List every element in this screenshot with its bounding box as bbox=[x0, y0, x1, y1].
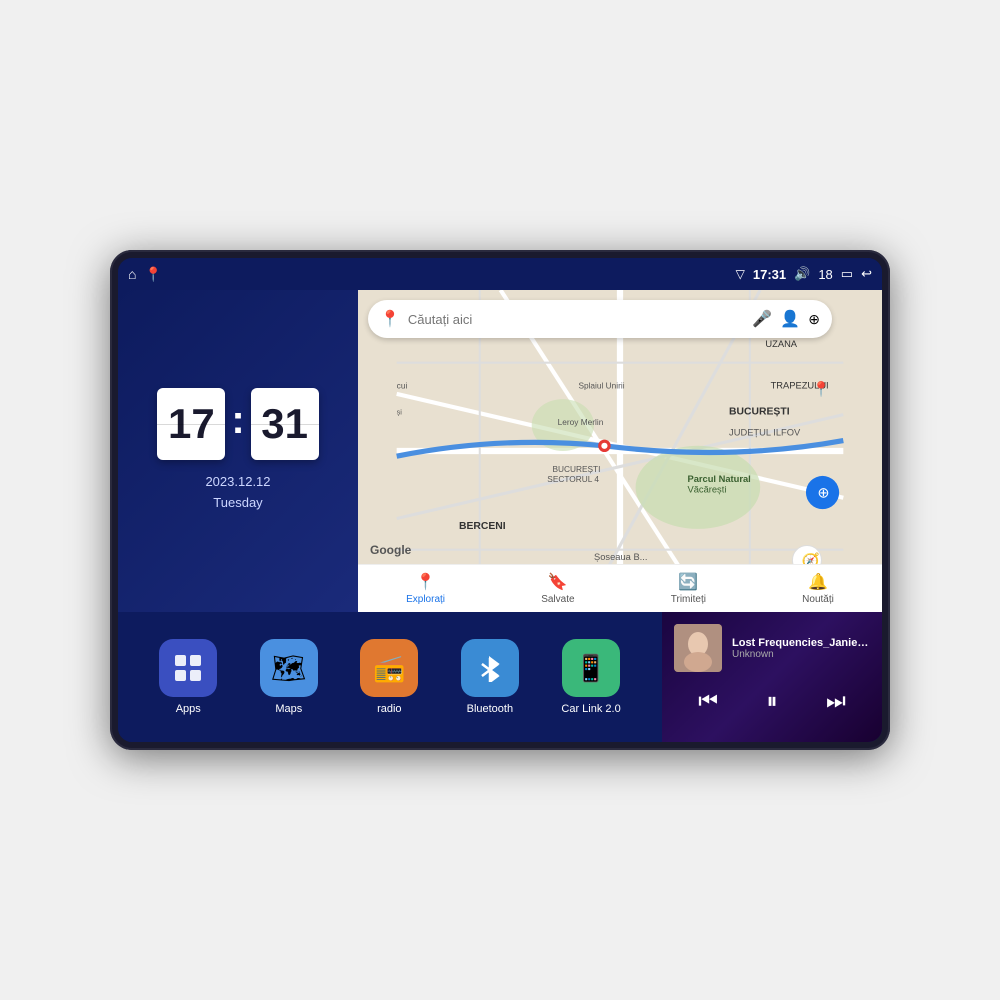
signal-icon: ▽ bbox=[736, 267, 745, 281]
status-left: ⌂ 📍 bbox=[128, 266, 162, 283]
account-icon[interactable]: 👤 bbox=[780, 309, 800, 329]
main-content: 17 : 31 2023.12.12 Tuesday bbox=[118, 290, 882, 742]
layers-icon[interactable]: ⊕ bbox=[808, 311, 820, 328]
car-device: ⌂ 📍 ▽ 17:31 🔊 18 ▭ ↩ 17 : bbox=[110, 250, 890, 750]
map-search-input[interactable] bbox=[408, 312, 745, 327]
maps-label: Maps bbox=[275, 703, 302, 715]
mic-icon[interactable]: 🎤 bbox=[752, 309, 772, 329]
svg-text:Parcul Natural: Parcul Natural bbox=[688, 474, 751, 484]
maps-status-icon[interactable]: 📍 bbox=[144, 266, 161, 283]
bluetooth-symbol-icon bbox=[476, 654, 504, 682]
google-logo: Google bbox=[370, 543, 411, 557]
maps-icon-wrapper: 🗺 bbox=[260, 639, 318, 697]
svg-text:📍: 📍 bbox=[812, 380, 830, 398]
svg-text:Splaiul Unirii: Splaiul Unirii bbox=[578, 381, 624, 391]
carlink-label: Car Link 2.0 bbox=[561, 703, 620, 715]
album-image bbox=[674, 624, 722, 672]
svg-text:Șoseaua B...: Șoseaua B... bbox=[594, 552, 647, 562]
map-nav-explore[interactable]: 📍 Explorați bbox=[406, 572, 445, 605]
clock-colon: : bbox=[231, 400, 244, 440]
svg-text:⊕: ⊕ bbox=[817, 486, 829, 502]
music-text: Lost Frequencies_Janieck Devy-... Unknow… bbox=[732, 637, 870, 660]
clock-hours: 17 bbox=[157, 388, 225, 460]
bluetooth-label: Bluetooth bbox=[467, 703, 513, 715]
map-panel: Parcul Natural Văcărești BUCUREȘTI JUDEȚ… bbox=[358, 290, 882, 612]
status-right: ▽ 17:31 🔊 18 ▭ ↩ bbox=[736, 266, 872, 282]
svg-text:SECTORUL 4: SECTORUL 4 bbox=[547, 474, 599, 484]
music-title: Lost Frequencies_Janieck Devy-... bbox=[732, 637, 870, 649]
apps-panel: Apps 🗺 Maps 📻 radio bbox=[118, 612, 662, 742]
map-search-bar[interactable]: 📍 🎤 👤 ⊕ bbox=[368, 300, 832, 338]
next-button[interactable]: ⏭ bbox=[818, 684, 854, 718]
saved-label: Salvate bbox=[541, 594, 574, 605]
share-icon: 🔄 bbox=[678, 572, 698, 592]
apps-icon bbox=[159, 639, 217, 697]
explore-icon: 📍 bbox=[416, 572, 436, 592]
svg-text:Văcărești: Văcărești bbox=[688, 485, 727, 495]
music-panel: Lost Frequencies_Janieck Devy-... Unknow… bbox=[662, 612, 882, 742]
app-carlink[interactable]: 📱 Car Link 2.0 bbox=[561, 639, 620, 715]
carlink-app-icon: 📱 bbox=[575, 653, 607, 684]
news-label: Noutăți bbox=[802, 594, 834, 605]
share-label: Trimiteți bbox=[671, 594, 706, 605]
volume-level: 18 bbox=[818, 267, 832, 282]
saved-icon: 🔖 bbox=[548, 572, 568, 592]
svg-text:BUCUREȘTI: BUCUREȘTI bbox=[552, 464, 600, 474]
svg-text:cui: cui bbox=[397, 381, 408, 391]
bottom-section: Apps 🗺 Maps 📻 radio bbox=[118, 612, 882, 742]
app-bluetooth[interactable]: Bluetooth bbox=[461, 639, 519, 715]
map-nav-saved[interactable]: 🔖 Salvate bbox=[541, 572, 574, 605]
back-icon[interactable]: ↩ bbox=[861, 266, 872, 282]
clock-panel: 17 : 31 2023.12.12 Tuesday bbox=[118, 290, 358, 612]
map-nav-share[interactable]: 🔄 Trimiteți bbox=[671, 572, 706, 605]
clock-date: 2023.12.12 Tuesday bbox=[205, 472, 270, 514]
radio-icon-wrapper: 📻 bbox=[360, 639, 418, 697]
maps-pin-icon: 📍 bbox=[380, 309, 400, 329]
status-time: 17:31 bbox=[753, 267, 786, 282]
flip-clock: 17 : 31 bbox=[157, 388, 318, 460]
music-album-art bbox=[674, 624, 722, 672]
music-controls: ⏮ ⏸ ⏭ bbox=[674, 684, 870, 718]
music-artist: Unknown bbox=[732, 649, 870, 660]
svg-text:Leroy Merlin: Leroy Merlin bbox=[558, 417, 604, 427]
maps-app-icon: 🗺 bbox=[271, 652, 307, 685]
news-icon: 🔔 bbox=[808, 572, 828, 592]
radio-app-icon: 📻 bbox=[373, 653, 405, 684]
explore-label: Explorați bbox=[406, 594, 445, 605]
top-section: 17 : 31 2023.12.12 Tuesday bbox=[118, 290, 882, 612]
device-screen: ⌂ 📍 ▽ 17:31 🔊 18 ▭ ↩ 17 : bbox=[118, 258, 882, 742]
bluetooth-icon-wrapper bbox=[461, 639, 519, 697]
map-bottom-bar: 📍 Explorați 🔖 Salvate 🔄 Trimiteți � bbox=[358, 564, 882, 612]
volume-icon: 🔊 bbox=[794, 266, 810, 282]
prev-button[interactable]: ⏮ bbox=[690, 684, 726, 718]
apps-label: Apps bbox=[176, 703, 201, 715]
map-nav-news[interactable]: 🔔 Noutăți bbox=[802, 572, 834, 605]
svg-text:BERCENI: BERCENI bbox=[459, 521, 506, 532]
svg-text:UZANA: UZANA bbox=[765, 339, 797, 349]
svg-text:JUDEȚUL ILFOV: JUDEȚUL ILFOV bbox=[729, 427, 801, 437]
radio-label: radio bbox=[377, 703, 401, 715]
home-icon[interactable]: ⌂ bbox=[128, 266, 136, 282]
music-info-row: Lost Frequencies_Janieck Devy-... Unknow… bbox=[674, 624, 870, 672]
status-bar: ⌂ 📍 ▽ 17:31 🔊 18 ▭ ↩ bbox=[118, 258, 882, 290]
clock-minutes: 31 bbox=[251, 388, 319, 460]
app-apps[interactable]: Apps bbox=[159, 639, 217, 715]
svg-text:și: și bbox=[397, 408, 403, 417]
carlink-icon-wrapper: 📱 bbox=[562, 639, 620, 697]
svg-text:BUCUREȘTI: BUCUREȘTI bbox=[729, 407, 790, 418]
play-pause-button[interactable]: ⏸ bbox=[758, 684, 785, 718]
album-art-image bbox=[674, 624, 722, 672]
app-radio[interactable]: 📻 radio bbox=[360, 639, 418, 715]
app-maps[interactable]: 🗺 Maps bbox=[260, 639, 318, 715]
battery-icon: ▭ bbox=[841, 266, 853, 282]
apps-grid-icon bbox=[172, 652, 204, 684]
